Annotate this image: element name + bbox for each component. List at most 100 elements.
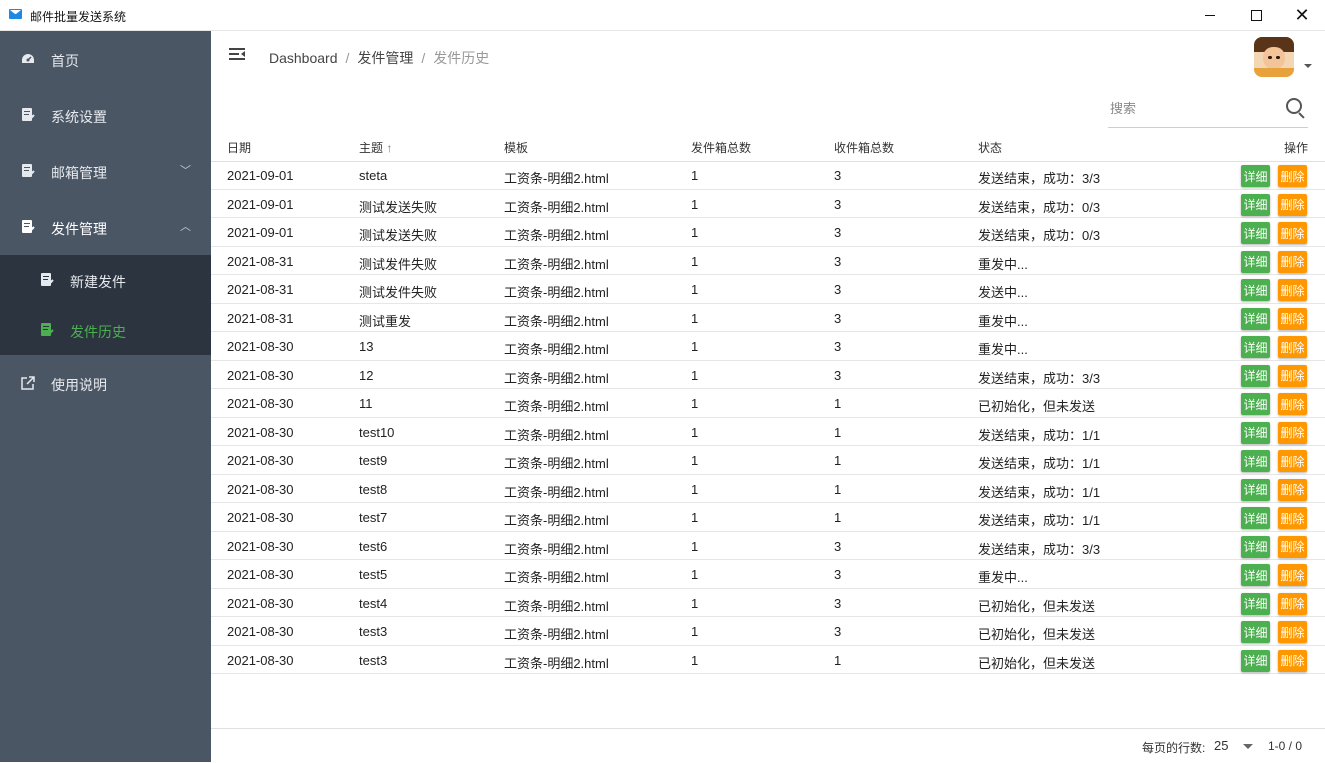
cell-template: 工资条-明细2.html	[504, 484, 609, 500]
column-outbox-total[interactable]: 发件箱总数	[691, 139, 751, 156]
dashboard-icon	[22, 54, 34, 63]
delete-button[interactable]: 删除	[1278, 621, 1307, 643]
cell-template: 工资条-明细2.html	[504, 285, 609, 300]
detail-button[interactable]: 详细	[1241, 165, 1270, 187]
sidebar-item-send-management[interactable]: 发件管理 ︿	[0, 199, 211, 255]
delete-button[interactable]: 删除	[1278, 364, 1307, 387]
column-date[interactable]: 日期	[227, 139, 251, 156]
detail-button[interactable]: 详细	[1241, 421, 1270, 444]
rows-per-page-label: 每页的行数:	[1142, 741, 1206, 755]
column-template[interactable]: 模板	[504, 139, 528, 156]
detail-button[interactable]: 详细	[1241, 336, 1270, 358]
mail-icon	[9, 9, 22, 19]
delete-button[interactable]: 删除	[1278, 507, 1307, 529]
detail-button[interactable]: 详细	[1241, 564, 1270, 586]
cell-outbox-total: 1	[691, 453, 699, 468]
rows-per-page-select[interactable]: 25	[1214, 738, 1228, 753]
caret-down-icon[interactable]	[1304, 64, 1312, 68]
delete-button[interactable]: 删除	[1278, 478, 1307, 501]
delete-button[interactable]: 删除	[1278, 393, 1307, 415]
breadcrumb-send-management[interactable]: 发件管理	[357, 50, 413, 66]
breadcrumb-current: 发件历史	[433, 50, 490, 66]
avatar[interactable]	[1254, 37, 1294, 77]
minimize-button[interactable]	[1187, 0, 1233, 31]
detail-button[interactable]: 详细	[1241, 307, 1270, 330]
cell-template: 工资条-明细2.html	[504, 598, 609, 614]
cell-status: 重发中...	[978, 256, 1028, 272]
detail-button[interactable]: 详细	[1241, 649, 1270, 672]
delete-button[interactable]: 删除	[1278, 222, 1307, 244]
cell-inbox-total: 3	[834, 595, 842, 611]
delete-button[interactable]: 删除	[1278, 421, 1307, 444]
detail-button[interactable]: 详细	[1241, 250, 1270, 273]
detail-button[interactable]: 详细	[1241, 507, 1270, 529]
breadcrumb-dashboard[interactable]: Dashboard	[269, 50, 338, 66]
column-status[interactable]: 状态	[978, 139, 1002, 156]
delete-button[interactable]: 删除	[1278, 250, 1307, 273]
delete-button[interactable]: 删除	[1278, 592, 1307, 615]
delete-button[interactable]: 删除	[1278, 193, 1307, 216]
delete-button[interactable]: 删除	[1278, 564, 1307, 586]
search-input[interactable]	[1108, 97, 1282, 119]
detail-button[interactable]: 详细	[1241, 222, 1270, 244]
delete-button[interactable]: 删除	[1278, 165, 1307, 187]
table-row: 2021-08-30 11 工资条-明细2.html 1 1 已初始化，但未发送 详细 删除	[211, 389, 1325, 418]
detail-button[interactable]: 详细	[1241, 621, 1270, 643]
caret-down-icon[interactable]	[1243, 744, 1253, 749]
cell-template: 工资条-明细2.html	[504, 370, 609, 386]
minimize-icon	[1205, 15, 1215, 16]
cell-date: 2021-08-30	[227, 424, 294, 440]
sidebar-item-settings[interactable]: 系统设置	[0, 87, 211, 143]
cell-status: 发送结束，成功：3/3	[978, 370, 1101, 386]
cell-subject: 12	[359, 367, 374, 383]
cell-subject: 测试重发	[359, 313, 412, 329]
delete-button[interactable]: 删除	[1278, 336, 1307, 358]
column-subject[interactable]: 主题 ↑	[359, 139, 392, 156]
table-row: 2021-08-30 test8 工资条-明细2.html 1 1 发送结束，成功：1/1…	[211, 475, 1325, 503]
sidebar-item-home[interactable]: 首页	[0, 31, 211, 87]
cell-outbox-total: 1	[691, 282, 699, 297]
detail-button[interactable]: 详细	[1241, 364, 1270, 387]
cell-status: 重发中...	[978, 570, 1028, 585]
cell-inbox-total: 1	[834, 396, 842, 411]
cell-outbox-total: 1	[691, 196, 699, 212]
document-edit-icon	[41, 273, 54, 286]
cell-status: 发送结束，成功：3/3	[978, 171, 1101, 186]
detail-button[interactable]: 详细	[1241, 393, 1270, 415]
cell-date: 2021-08-30	[227, 453, 294, 468]
delete-button[interactable]: 删除	[1278, 307, 1307, 330]
delete-button[interactable]: 删除	[1278, 450, 1307, 472]
sidebar-item-mailbox[interactable]: 邮箱管理 ﹀	[0, 143, 211, 199]
delete-button[interactable]: 删除	[1278, 649, 1307, 672]
detail-button[interactable]: 详细	[1241, 450, 1270, 472]
detail-button[interactable]: 详细	[1241, 279, 1270, 301]
detail-button[interactable]: 详细	[1241, 592, 1270, 615]
table-row: 2021-09-01 测试发送失败 工资条-明细2.html 1 3 发送结束，成功：0/…	[211, 190, 1325, 218]
delete-button[interactable]: 删除	[1278, 535, 1307, 558]
cell-subject: 11	[359, 396, 373, 411]
cell-status: 发送结束，成功：3/3	[978, 541, 1101, 557]
sidebar-item-new-send[interactable]: 新建发件	[0, 255, 211, 305]
page-range: 1-0 / 0	[1268, 739, 1303, 753]
menu-toggle-icon[interactable]	[229, 48, 245, 62]
detail-button[interactable]: 详细	[1241, 193, 1270, 216]
cell-inbox-total: 3	[834, 538, 842, 554]
detail-button[interactable]: 详细	[1241, 478, 1270, 501]
cell-subject: 测试发件失败	[359, 256, 438, 272]
delete-button[interactable]: 删除	[1278, 279, 1307, 301]
cell-outbox-total: 1	[691, 624, 699, 639]
table-row: 2021-08-30 test6 工资条-明细2.html 1 3 发送结束，成功：3/3…	[211, 532, 1325, 560]
detail-button[interactable]: 详细	[1241, 535, 1270, 558]
cell-outbox-total: 1	[691, 652, 699, 668]
document-edit-icon	[22, 164, 35, 177]
maximize-button[interactable]	[1233, 0, 1279, 31]
search-icon[interactable]	[1286, 98, 1302, 114]
sidebar-item-help[interactable]: 使用说明	[0, 355, 211, 411]
sidebar-item-send-history[interactable]: 发件历史	[0, 305, 211, 355]
external-link-icon	[21, 376, 35, 390]
cell-outbox-total: 1	[691, 225, 699, 240]
close-button[interactable]: ✕	[1279, 0, 1325, 31]
table-row: 2021-08-30 test9 工资条-明细2.html 1 1 发送结束，成功：1/1…	[211, 446, 1325, 475]
search-box	[1108, 91, 1308, 128]
column-inbox-total[interactable]: 收件箱总数	[834, 139, 894, 156]
